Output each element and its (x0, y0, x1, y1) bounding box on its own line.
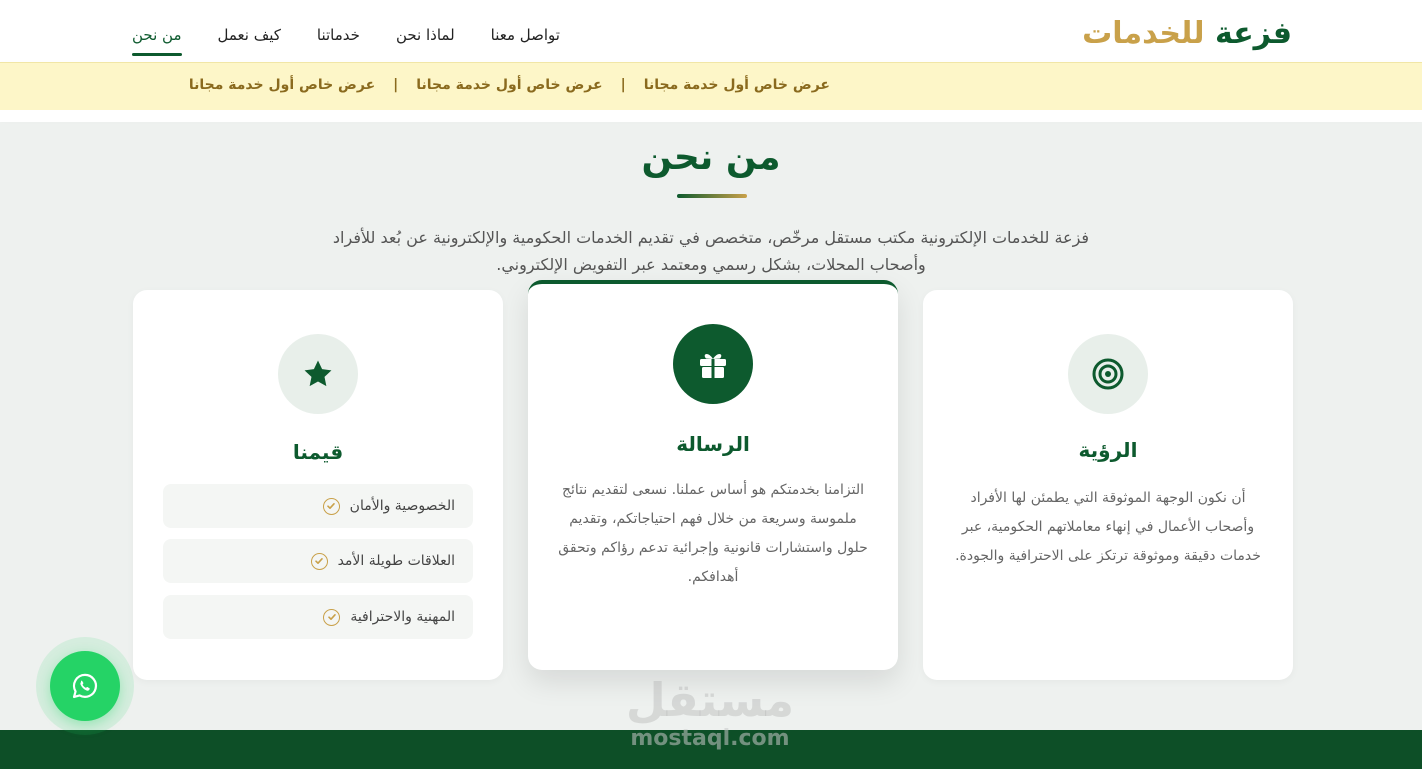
mission-text: التزامنا بخدمتكم هو أساس عملنا. نسعى لتق… (558, 482, 868, 585)
nav-item-about[interactable]: من نحن (132, 24, 182, 56)
check-circle-icon (310, 552, 328, 570)
gift-icon (673, 324, 753, 404)
nav-item-services[interactable]: خدماتنا (317, 24, 360, 56)
whatsapp-icon (72, 673, 98, 699)
vision-card: الرؤية أن نكون الوجهة الموثوقة التي يطمئ… (923, 290, 1293, 680)
value-item-label: العلاقات طويلة الأمد (337, 553, 455, 569)
watermark-url: mostaql.com (630, 726, 790, 751)
section-title: من نحن (641, 137, 781, 178)
brand-name-secondary: للخدمات (1082, 16, 1205, 51)
values-title: قيمنا (292, 440, 344, 464)
brand-logo[interactable]: فزعة للخدمات (1082, 14, 1292, 54)
value-item-label: المهنية والاحترافية (350, 609, 455, 625)
watermark-logo: مستقل (625, 673, 795, 727)
brand-name-primary: فزعة (1215, 16, 1292, 51)
star-icon (278, 334, 358, 414)
main-nav: من نحن كيف نعمل خدماتنا لماذا نحن تواصل … (132, 24, 560, 60)
nav-item-contact[interactable]: تواصل معنا (491, 24, 560, 56)
promo-item: عرض خاص أول خدمة مجانا (188, 77, 376, 93)
check-circle-icon (323, 608, 341, 626)
whatsapp-button[interactable] (50, 651, 120, 721)
title-underline (677, 194, 747, 198)
section-intro: فزعة للخدمات الإلكترونية مكتب مستقل مرخّ… (332, 228, 1090, 274)
value-item: الخصوصية والأمان (163, 484, 473, 528)
promo-bar: عرض خاص أول خدمة مجانا | عرض خاص أول خدم… (0, 62, 1422, 110)
promo-track: عرض خاص أول خدمة مجانا | عرض خاص أول خدم… (189, 77, 830, 93)
values-card: قيمنا الخصوصية والأمان العلاقات طويلة ال… (133, 290, 503, 680)
header-shadow-strip (0, 110, 1422, 122)
promo-item: عرض خاص أول خدمة مجانا (643, 77, 830, 93)
mission-title: الرسالة (676, 432, 750, 456)
vision-title: الرؤية (1078, 438, 1138, 462)
site-header: فزعة للخدمات من نحن كيف نعمل خدماتنا لما… (0, 0, 1422, 62)
value-item: العلاقات طويلة الأمد (163, 539, 473, 583)
mission-card: الرسالة التزامنا بخدمتكم هو أساس عملنا. … (528, 280, 898, 670)
promo-item: عرض خاص أول خدمة مجانا (416, 77, 603, 93)
value-item-label: الخصوصية والأمان (349, 498, 455, 514)
target-icon (1068, 334, 1148, 414)
nav-item-how-we-work[interactable]: كيف نعمل (218, 24, 281, 56)
value-item: المهنية والاحترافية (163, 595, 473, 639)
promo-separator: | (620, 77, 626, 93)
promo-separator: | (393, 77, 399, 93)
nav-item-why-us[interactable]: لماذا نحن (396, 24, 455, 56)
vision-text: أن نكون الوجهة الموثوقة التي يطمئن لها ا… (955, 490, 1261, 564)
check-circle-icon (322, 497, 340, 515)
